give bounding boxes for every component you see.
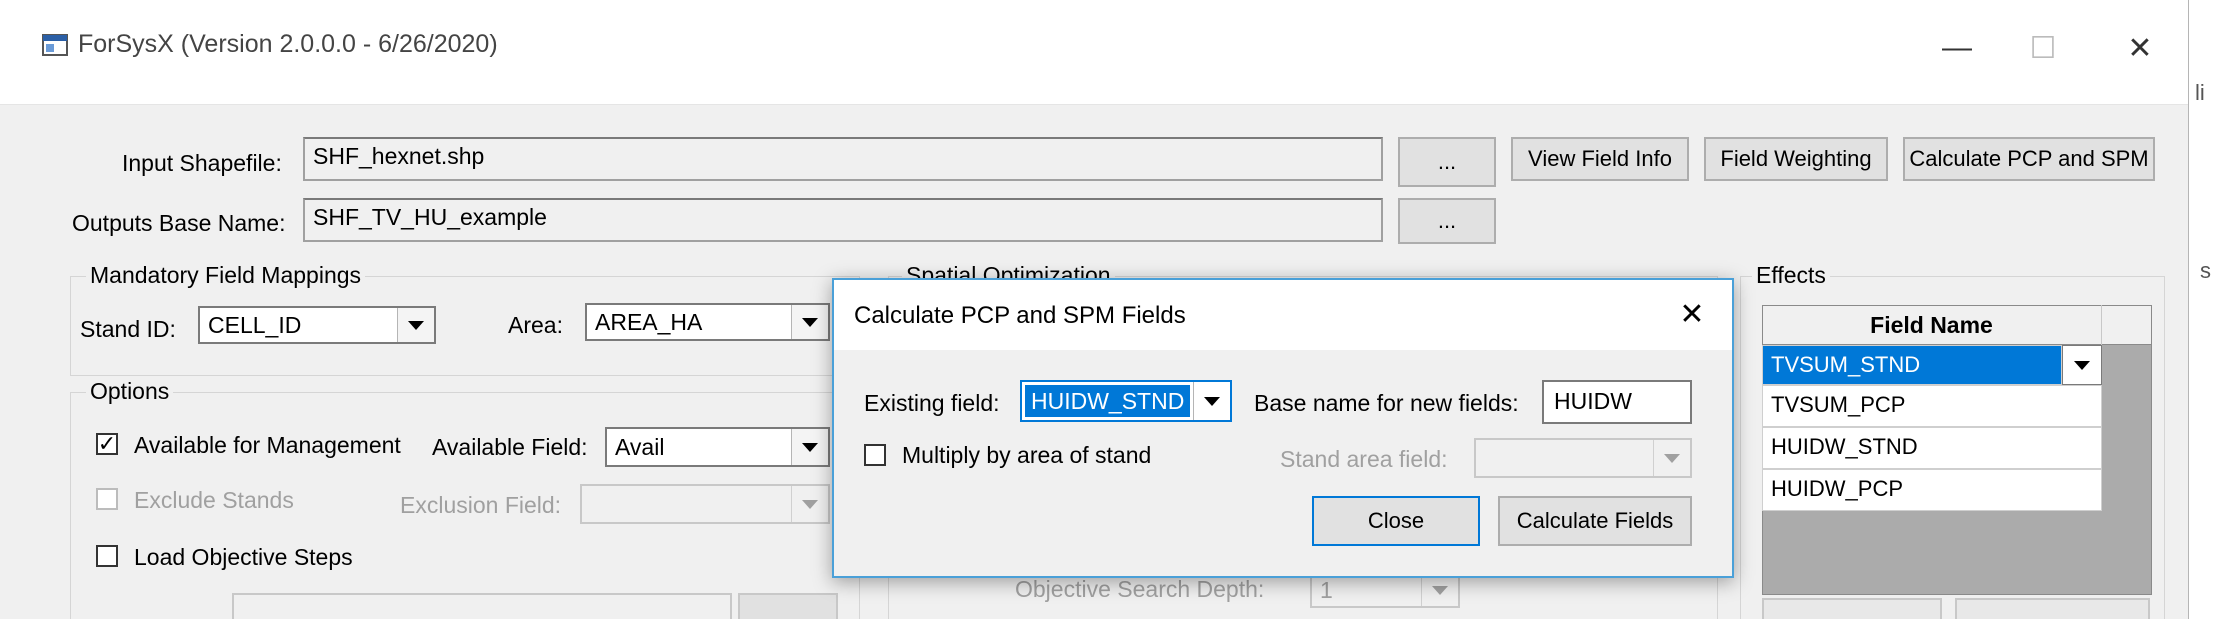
load-objective-steps-label: Load Objective Steps — [134, 544, 353, 570]
input-shapefile-label: Input Shapefile: — [122, 150, 282, 176]
outputs-base-name-field[interactable]: SHF_TV_HU_example — [303, 198, 1383, 242]
view-field-info-button[interactable]: View Field Info — [1511, 137, 1689, 181]
stand-id-dropdown[interactable]: CELL_ID — [198, 306, 436, 344]
dialog-close-button[interactable]: Close — [1312, 496, 1480, 546]
step-file-field[interactable] — [232, 593, 732, 619]
background-edge-text: s — [2200, 258, 2211, 283]
area-dropdown[interactable]: AREA_HA — [585, 303, 830, 341]
base-name-label: Base name for new fields: — [1254, 390, 1519, 416]
exclusion-field-dropdown[interactable] — [580, 484, 830, 524]
area-value: AREA_HA — [595, 308, 703, 335]
effects-remove-button[interactable] — [1955, 598, 2150, 619]
stand-area-field-dropdown[interactable] — [1474, 438, 1692, 478]
chevron-down-icon — [791, 305, 828, 339]
effects-group-title: Effects — [1752, 262, 1830, 289]
app-icon — [42, 34, 68, 56]
dialog-close-icon[interactable]: ✕ — [1662, 290, 1722, 338]
chevron-down-icon — [1421, 574, 1458, 606]
effects-row[interactable]: TVSUM_STND — [1762, 345, 2062, 385]
available-management-checkbox[interactable]: ✓ — [96, 433, 118, 455]
effects-row[interactable]: HUIDW_STND — [1762, 427, 2102, 469]
stand-id-label: Stand ID: — [80, 316, 176, 342]
chevron-down-icon — [1193, 382, 1230, 420]
browse-shapefile-button[interactable]: ... — [1398, 137, 1496, 187]
options-group-title: Options — [86, 378, 174, 405]
chevron-down-icon — [791, 429, 828, 465]
dialog-title: Calculate PCP and SPM Fields — [854, 302, 1186, 329]
stand-id-value: CELL_ID — [208, 311, 302, 338]
chevron-down-icon — [791, 486, 828, 522]
base-name-field[interactable]: HUIDW — [1542, 380, 1692, 424]
maximize-button[interactable]: ☐ — [2008, 18, 2078, 78]
chevron-down-icon — [397, 308, 434, 342]
background-edge-text: li — [2195, 80, 2205, 105]
minimize-button[interactable]: — — [1922, 18, 1992, 78]
effects-add-button[interactable] — [1762, 598, 1942, 619]
close-window-button[interactable]: ✕ — [2105, 18, 2175, 78]
available-field-dropdown[interactable]: Avail — [605, 427, 830, 467]
window-title: ForSysX (Version 2.0.0.0 - 6/26/2020) — [78, 30, 498, 58]
field-name-column-header: Field Name — [1762, 305, 2102, 345]
step-file-browse-button[interactable] — [738, 593, 838, 619]
search-depth-value: 1 — [1320, 576, 1333, 603]
effects-row[interactable]: TVSUM_PCP — [1762, 385, 2102, 427]
effects-row[interactable]: HUIDW_PCP — [1762, 469, 2102, 511]
existing-field-value: HUIDW_STND — [1025, 385, 1190, 417]
chevron-down-icon — [1653, 440, 1690, 476]
available-field-value: Avail — [615, 433, 665, 460]
available-management-label: Available for Management — [134, 432, 401, 458]
existing-field-label: Existing field: — [864, 390, 1000, 416]
area-label: Area: — [508, 312, 563, 338]
stand-area-field-label: Stand area field: — [1280, 446, 1448, 472]
field-weighting-button[interactable]: Field Weighting — [1704, 137, 1888, 181]
exclude-stands-checkbox[interactable] — [96, 488, 118, 510]
title-bar: ForSysX (Version 2.0.0.0 - 6/26/2020) — … — [0, 0, 2188, 105]
multiply-area-checkbox[interactable] — [864, 444, 886, 466]
existing-field-dropdown[interactable]: HUIDW_STND — [1020, 380, 1232, 422]
outputs-base-name-label: Outputs Base Name: — [72, 210, 286, 236]
mandatory-group-title: Mandatory Field Mappings — [86, 262, 366, 289]
chevron-down-icon[interactable] — [2062, 345, 2102, 385]
main-window: ForSysX (Version 2.0.0.0 - 6/26/2020) — … — [0, 0, 2189, 619]
load-objective-steps-checkbox[interactable] — [96, 545, 118, 567]
available-field-label: Available Field: — [432, 434, 588, 460]
search-depth-label: Objective Search Depth: — [1015, 576, 1265, 602]
input-shapefile-field[interactable]: SHF_hexnet.shp — [303, 137, 1383, 181]
exclude-stands-label: Exclude Stands — [134, 487, 294, 513]
calculate-pcp-spm-button[interactable]: Calculate PCP and SPM — [1903, 137, 2155, 181]
multiply-area-label: Multiply by area of stand — [902, 442, 1152, 468]
exclusion-field-label: Exclusion Field: — [400, 492, 562, 518]
calculate-fields-button[interactable]: Calculate Fields — [1498, 496, 1692, 546]
calculate-pcp-spm-dialog: Calculate PCP and SPM Fields ✕ Existing … — [832, 278, 1734, 578]
browse-outputs-button[interactable]: ... — [1398, 198, 1496, 244]
